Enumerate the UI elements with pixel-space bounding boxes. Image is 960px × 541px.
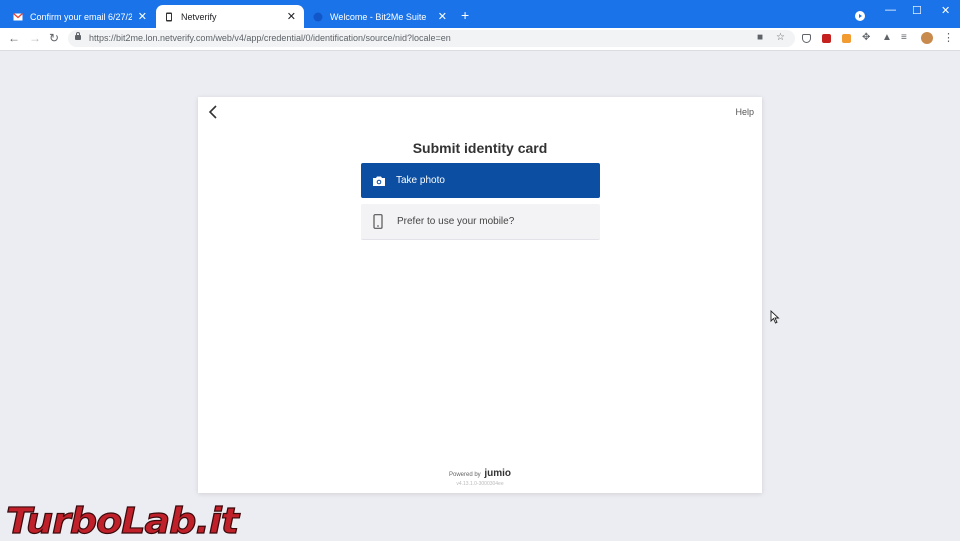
take-photo-label: Take photo [396, 175, 445, 186]
tab-netverify[interactable]: Netverify ✕ [156, 5, 304, 28]
gmail-icon [13, 12, 23, 20]
browser-menu-icon[interactable]: ⋮ [943, 31, 954, 44]
jumio-logo: jumio [484, 468, 512, 479]
camera-icon [373, 176, 385, 186]
minimize-icon[interactable]: — [885, 4, 896, 16]
help-link[interactable]: Help [735, 107, 754, 117]
take-photo-button[interactable]: Take photo [361, 163, 600, 198]
extensions-puzzle-icon[interactable]: ✥ [862, 32, 870, 43]
tab-title: Welcome - Bit2Me Suite [330, 11, 427, 22]
camera-permission-icon[interactable]: ■ [757, 32, 763, 43]
powered-by-footer: Powered by jumio [198, 468, 762, 479]
reload-icon[interactable]: ↻ [49, 31, 59, 45]
address-bar[interactable]: https://bit2me.lon.netverify.com/web/v4/… [68, 30, 795, 47]
forward-nav-icon[interactable]: → [29, 31, 41, 45]
browser-toolbar: ← → ↻ https://bit2me.lon.netverify.com/w… [0, 28, 960, 51]
media-queue-icon[interactable]: ≡ [901, 32, 907, 43]
close-window-icon[interactable]: ✕ [941, 4, 950, 17]
rss-icon[interactable] [842, 34, 851, 43]
profile-avatar[interactable] [921, 32, 933, 44]
back-arrow-icon[interactable] [206, 104, 220, 120]
close-tab-icon[interactable]: ✕ [287, 10, 296, 23]
lock-icon [75, 32, 81, 40]
verification-card: Help Submit identity card Take photo Pre… [198, 97, 762, 493]
ublock-icon[interactable] [822, 34, 831, 43]
tab-gmail[interactable]: Confirm your email 6/27/2021, 2 ✕ [5, 5, 155, 28]
url-text[interactable]: https://bit2me.lon.netverify.com/web/v4/… [89, 33, 451, 43]
svg-text:TurboLab.it: TurboLab.it [6, 501, 241, 541]
tab-title: Confirm your email 6/27/2021, 2 [30, 11, 132, 22]
mobile-phone-icon [373, 214, 383, 229]
labs-flask-icon[interactable]: ▲ [882, 32, 892, 43]
bit2me-icon [313, 12, 323, 21]
netverify-icon [166, 12, 172, 21]
version-text: v4.13.1.0-3000304ee [456, 481, 504, 487]
close-tab-icon[interactable]: ✕ [438, 10, 447, 23]
use-mobile-button[interactable]: Prefer to use your mobile? [361, 204, 600, 240]
browser-tab-strip: Confirm your email 6/27/2021, 2 ✕ Netver… [0, 0, 960, 28]
close-tab-icon[interactable]: ✕ [138, 10, 147, 23]
tab-title: Netverify [181, 11, 217, 22]
back-nav-icon[interactable]: ← [8, 31, 20, 45]
turbolab-watermark-logo: TurboLab.it [5, 500, 242, 541]
mouse-cursor-icon [770, 310, 780, 324]
use-mobile-label: Prefer to use your mobile? [397, 216, 515, 227]
media-control-icon[interactable] [855, 11, 865, 21]
tab-bit2me[interactable]: Welcome - Bit2Me Suite ✕ [305, 5, 455, 28]
page-title: Submit identity card [412, 140, 548, 156]
maximize-icon[interactable]: ☐ [912, 4, 922, 17]
bookmark-star-icon[interactable]: ☆ [776, 32, 785, 43]
powered-by-text: Powered by [448, 472, 481, 478]
new-tab-icon[interactable]: + [461, 8, 469, 22]
pocket-icon[interactable] [802, 34, 811, 43]
